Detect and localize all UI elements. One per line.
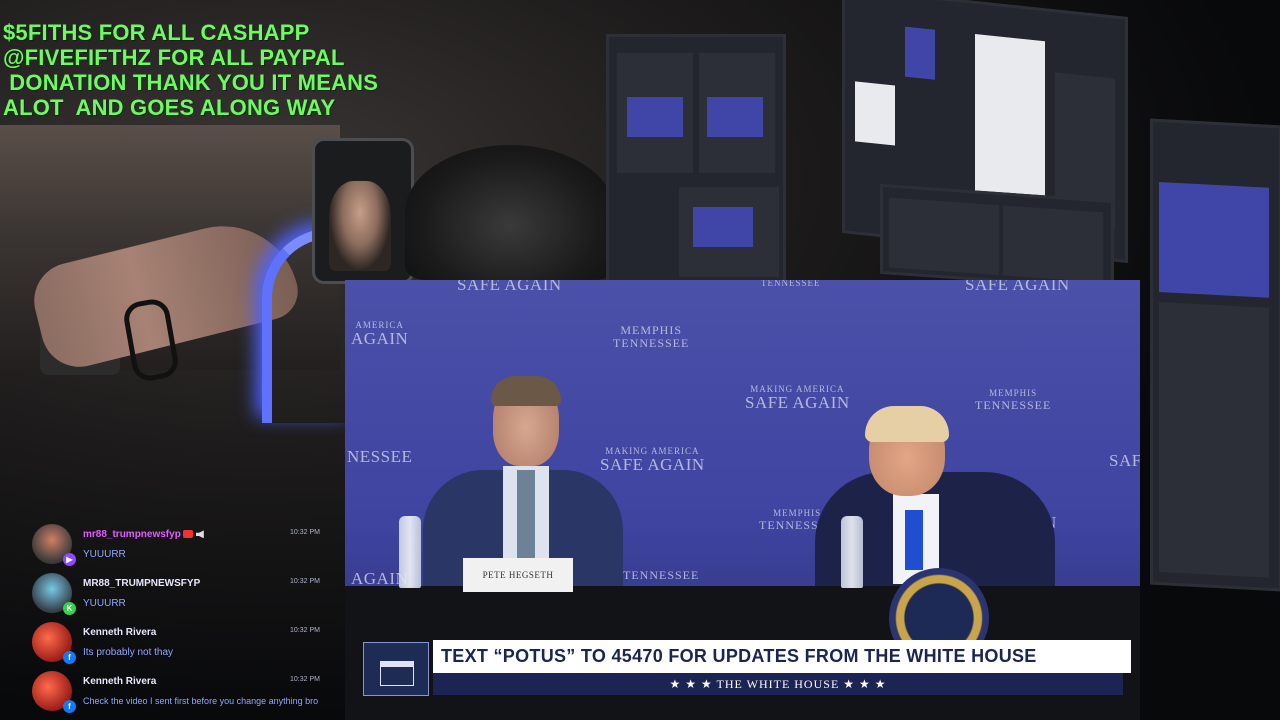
chat-message: f Kenneth Rivera 10:32 PM Check the vide…: [30, 669, 355, 718]
white-house-logo: [363, 642, 429, 696]
phone-screen: [312, 138, 414, 284]
monitor-far-right: [1150, 118, 1280, 592]
backdrop-text: MEMPHIS TENNESSEE: [613, 323, 690, 350]
volume-icon: [195, 530, 204, 539]
streamer-headgear: [405, 145, 615, 280]
avatar: f: [32, 671, 76, 713]
chat-overlay: ▶ mr88_trumpnewsfyp 10:32 PM YUUURR K MR…: [30, 522, 355, 718]
facebook-icon: f: [63, 700, 76, 713]
speaker-right-hair: [865, 406, 949, 442]
speaker-left-hair: [491, 376, 561, 406]
chat-message: ▶ mr88_trumpnewsfyp 10:32 PM YUUURR: [30, 522, 355, 571]
backdrop-text: NESSEE: [347, 447, 413, 466]
chat-username: Kenneth Rivera: [83, 676, 157, 687]
chyron: TEXT “POTUS” TO 45470 FOR UPDATES FROM T…: [363, 640, 1131, 696]
backdrop-text: SAF: [1109, 451, 1140, 470]
water-bottle: [399, 516, 421, 588]
camera-icon: [182, 530, 193, 539]
avatar: ▶: [32, 524, 76, 566]
donation-line: ALOT AND GOES ALONG WAY: [3, 95, 336, 120]
phone-video-face: [329, 181, 391, 271]
backdrop-text: MAKING AMERICA SAFE AGAIN: [600, 446, 705, 474]
donation-overlay: $5FITHS FOR ALL CASHAPP @FIVEFIFTHZ FOR …: [3, 20, 473, 120]
monitor-window: [855, 81, 895, 146]
chat-text: Check the video I sent first before you …: [83, 696, 319, 706]
backdrop-text: TENNESSEE: [623, 568, 700, 582]
monitor-pane: [1003, 205, 1103, 283]
monitor-video-thumb: [905, 26, 935, 80]
chat-message: f Kenneth Rivera 10:32 PM Its probably n…: [30, 620, 355, 669]
donation-line: $5FITHS FOR ALL CASHAPP: [3, 20, 310, 45]
chat-timestamp: 10:32 PM: [290, 627, 320, 634]
monitor-chat-window: [975, 33, 1045, 212]
chat-timestamp: 10:32 PM: [290, 578, 320, 585]
water-bottle: [841, 516, 863, 588]
backdrop-text: MAKING AMERICA SAFE AGAIN: [745, 384, 850, 412]
monitor-video-thumb: [707, 97, 763, 137]
main-video-stream[interactable]: SAFE AGAIN TENNESSEE SAFE AGAIN AMERICA …: [345, 280, 1140, 720]
backdrop-text: SAFE AGAIN: [965, 280, 1070, 294]
chyron-subline: ★ ★ ★ THE WHITE HOUSE ★ ★ ★: [433, 673, 1123, 695]
chyron-headline: TEXT “POTUS” TO 45470 FOR UPDATES FROM T…: [433, 640, 1131, 673]
speaker-left-tie: [517, 470, 535, 560]
kick-icon: K: [63, 602, 76, 615]
facebook-icon: f: [63, 651, 76, 664]
chat-username: Kenneth Rivera: [83, 627, 157, 638]
donation-line: DONATION THANK YOU IT MEANS: [3, 70, 379, 95]
chat-text: YUUURR: [83, 549, 126, 560]
donation-line: @FIVEFIFTHZ FOR ALL PAYPAL: [3, 45, 345, 70]
backdrop-text: SAFE AGAIN: [457, 280, 562, 294]
monitor-bottom-right: [880, 183, 1114, 291]
twitch-icon: ▶: [63, 553, 76, 566]
chat-username: MR88_TRUMPNEWSFYP: [83, 578, 201, 589]
speaker-right-tie: [905, 510, 923, 570]
chat-timestamp: 10:32 PM: [290, 676, 320, 683]
monitor-pane: [1159, 302, 1269, 578]
chat-text: Its probably not thay: [83, 647, 174, 658]
chat-timestamp: 10:32 PM: [290, 529, 320, 536]
chat-username: mr88_trumpnewsfyp: [83, 529, 204, 540]
backdrop-text: TENNESSEE: [761, 280, 821, 288]
chat-text: YUUURR: [83, 598, 126, 609]
monitor-video-thumb: [693, 207, 753, 247]
avatar: f: [32, 622, 76, 664]
nameplate: PETE HEGSETH: [463, 558, 573, 592]
backdrop-text: AMERICA AGAIN: [351, 320, 409, 348]
chat-message: K MR88_TRUMPNEWSFYP 10:32 PM YUUURR: [30, 571, 355, 620]
monitor-video-thumb: [1159, 182, 1269, 298]
monitor-left: [606, 34, 786, 284]
avatar: K: [32, 573, 76, 615]
monitor-video-thumb: [627, 97, 683, 137]
backdrop-text: MEMPHIS TENNESSEE: [975, 388, 1052, 412]
monitor-pane: [889, 197, 999, 276]
